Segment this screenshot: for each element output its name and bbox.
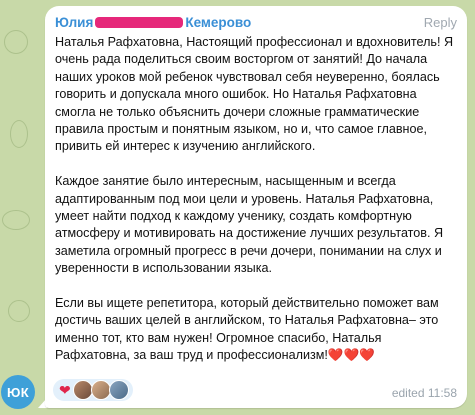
message-paragraph: Каждое занятие было интересным, насыщенн…	[55, 174, 444, 276]
message-text: Наталья Рафхатовна, Настоящий профессион…	[55, 34, 459, 365]
reactor-avatar	[108, 380, 129, 400]
heart-reaction-icon: ❤	[59, 381, 71, 398]
reactor-avatar	[90, 380, 111, 400]
message-bubble[interactable]: Юлия Кемерово Reply Наталья Рафхатовна, Н…	[45, 6, 467, 408]
sender-first-name[interactable]: Юлия	[55, 15, 93, 30]
message-paragraph: Наталья Рафхатовна, Настоящий профессион…	[55, 35, 454, 154]
redacted-surname	[95, 17, 184, 28]
reply-button[interactable]: Reply	[424, 15, 457, 30]
sender-city[interactable]: Кемерово	[185, 15, 251, 30]
message-paragraph: Если вы ищете репетитора, который действ…	[55, 296, 439, 363]
reactor-avatar	[72, 380, 93, 400]
sender-avatar[interactable]: ЮК	[1, 375, 35, 409]
sender-name-row[interactable]: Юлия Кемерово Reply	[55, 15, 457, 31]
message-status: edited 11:58	[391, 386, 457, 400]
reaction-badge[interactable]: ❤	[53, 379, 133, 401]
